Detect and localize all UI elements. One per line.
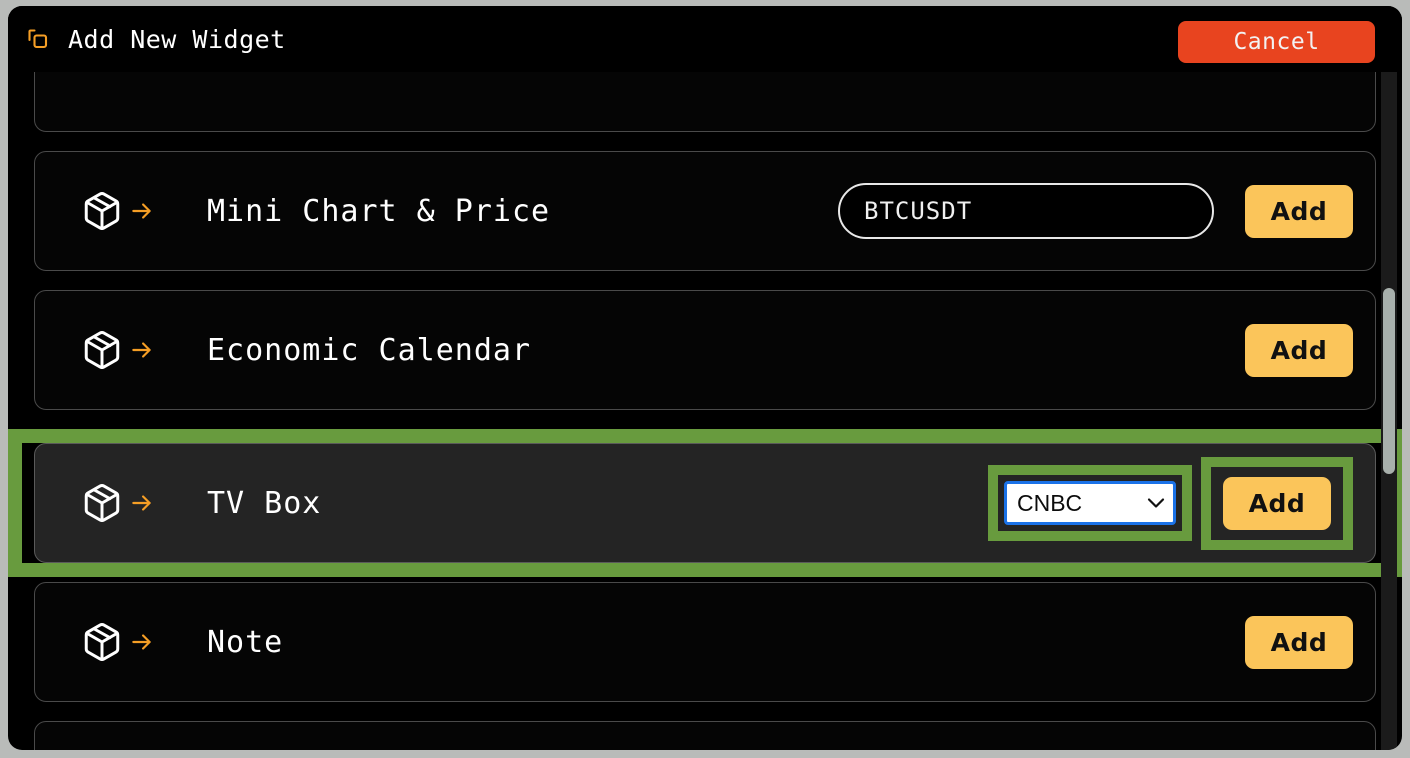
widget-row-controls: Add [838, 183, 1353, 239]
widget-name-label: Mini Chart & Price [207, 193, 551, 229]
select-highlight-ring: CNBC [988, 465, 1192, 541]
page-title: Add New Widget [68, 24, 286, 54]
package-icon [81, 621, 123, 663]
widget-icon-group [81, 482, 155, 524]
arrow-right-icon [129, 198, 155, 224]
widget-name-label: Note [207, 624, 284, 660]
widget-name-label: TV Box [207, 485, 322, 521]
scrollbar-thumb[interactable] [1383, 288, 1395, 474]
widget-icon-group [81, 190, 155, 232]
widget-name-label: Economic Calendar [207, 332, 532, 368]
add-button-highlight-ring: Add [1201, 456, 1353, 550]
add-widget-panel: Add New Widget Cancel Mini Chart & Price… [8, 6, 1402, 750]
widget-row[interactable]: TV Box CNBC Add [34, 443, 1376, 563]
widget-list: Mini Chart & Price Add Economic Calendar Ad… [8, 72, 1402, 750]
widget-row-wrapper [8, 72, 1402, 132]
widget-row-controls: Add [1245, 615, 1353, 669]
widget-row[interactable]: Note Add [34, 582, 1376, 702]
package-icon [81, 190, 123, 232]
widget-row[interactable]: PodcastsAdd [34, 721, 1376, 750]
widget-row[interactable]: Mini Chart & Price Add [34, 151, 1376, 271]
widget-row-highlight-wrapper: TV Box CNBC Add [8, 429, 1402, 577]
add-widget-button[interactable]: Add [1223, 476, 1331, 530]
channel-select[interactable]: CNBC [1004, 481, 1176, 525]
symbol-input[interactable] [838, 183, 1214, 239]
package-icon [81, 329, 123, 371]
widget-row-wrapper: Note Add [8, 582, 1402, 702]
widget-icon-group [81, 621, 155, 663]
package-icon [81, 482, 123, 524]
add-widget-button[interactable]: Add [1245, 184, 1353, 238]
arrow-right-icon [129, 337, 155, 363]
channel-select-shell: CNBC [1004, 481, 1176, 525]
widget-row-controls: Add [1245, 323, 1353, 377]
widget-row[interactable]: Economic Calendar Add [34, 290, 1376, 410]
widget-list-scroll-area[interactable]: Mini Chart & Price Add Economic Calendar Ad… [8, 72, 1402, 750]
arrow-right-icon [129, 629, 155, 655]
widget-row[interactable] [34, 72, 1376, 132]
widget-row-wrapper: Economic Calendar Add [8, 290, 1402, 410]
cancel-button[interactable]: Cancel [1178, 21, 1375, 63]
vertical-scrollbar[interactable] [1381, 72, 1397, 750]
arrow-right-icon [129, 490, 155, 516]
widget-row-wrapper: PodcastsAdd [8, 721, 1402, 750]
widget-row-wrapper: Mini Chart & Price Add [8, 151, 1402, 271]
add-widget-button[interactable]: Add [1245, 323, 1353, 377]
panel-header: Add New Widget Cancel [8, 6, 1402, 72]
header-left-group: Add New Widget [26, 25, 286, 54]
widget-icon-group [81, 329, 155, 371]
widget-row-controls: CNBC Add [988, 456, 1353, 550]
copy-icon [26, 27, 50, 51]
add-widget-button[interactable]: Add [1245, 615, 1353, 669]
